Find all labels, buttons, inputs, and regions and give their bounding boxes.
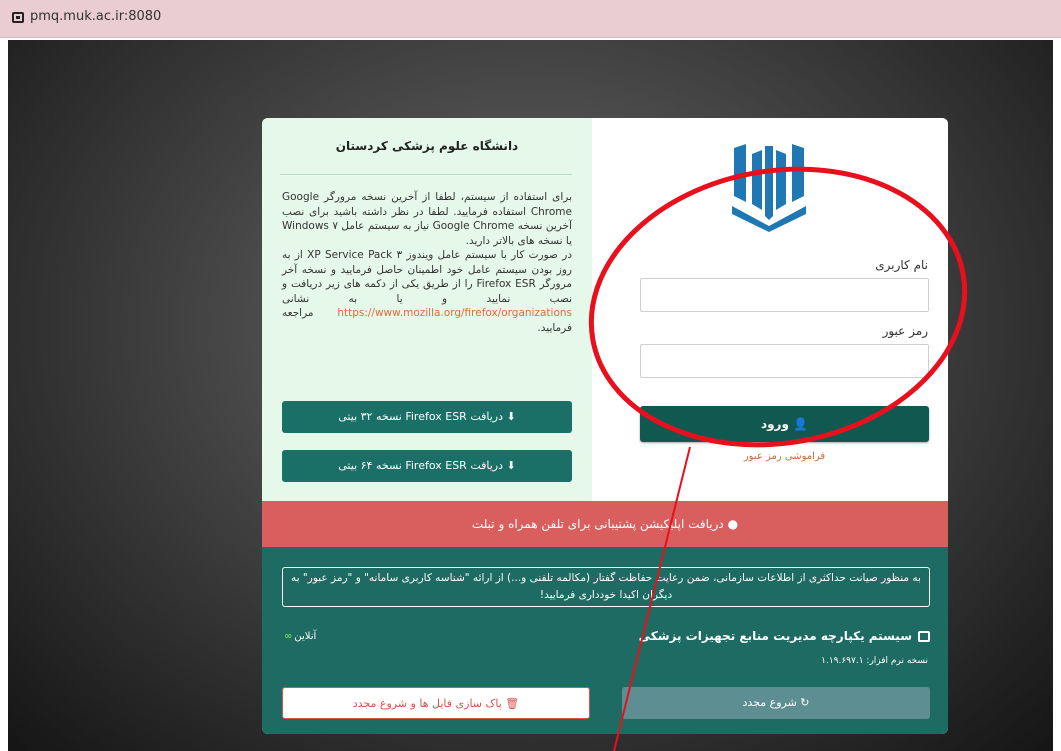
download-firefox-64-button[interactable]: ⬇ دریافت Firefox ESR نسخه ۶۴ بیتی [282,450,572,482]
clear-files-restart-button[interactable]: 🗑 پاک سازی فایل ها و شروع مجدد [282,687,590,719]
android-icon: ● [727,517,739,531]
online-status: آنلاین∞ [284,631,316,642]
refresh-icon: ↻ [800,696,810,709]
software-version: نسخه نرم افزار: ۱.۱۹.۶۹۷.۱ [821,656,928,666]
mobile-app-banner[interactable]: ● دریافت اپلیکیشن پشتیبانی برای تلفن همر… [262,501,948,547]
system-title: سیستم یکپارچه مدیریت منابع تجهیزات پزشکی [639,629,930,643]
browser-address-bar[interactable]: pmq.muk.ac.ir:8080 [0,0,1061,38]
university-title: دانشگاه علوم پزشکی کردستان [335,139,519,153]
link-chain-icon: ∞ [284,631,293,642]
restart-button[interactable]: ↻ شروع مجدد [622,687,930,719]
password-input[interactable] [640,344,929,378]
trash-icon: 🗑 [505,697,520,710]
system-title-text: سیستم یکپارچه مدیریت منابع تجهیزات پزشکی [638,629,912,643]
login-card: دانشگاه علوم پزشکی کردستان برای استفاده … [262,118,948,734]
info-divider [280,174,572,175]
forgot-password-link[interactable]: فراموشی رمز عبور [640,451,929,462]
restart-button-label: شروع مجدد [742,696,797,709]
user-icon: 👤 [793,417,809,431]
browser-site-icon [12,12,24,23]
mozilla-link[interactable]: https://www.mozilla.org/firefox/organiza… [337,307,572,319]
browser-url[interactable]: pmq.muk.ac.ir:8080 [30,9,161,24]
login-button[interactable]: 👤 ورود [640,406,929,442]
username-label: نام کاربری [875,258,928,272]
security-notice: به منظور صیانت حداکثری از اطلاعات سازمان… [282,567,930,607]
download-firefox-64-label: دریافت Firefox ESR نسخه ۶۴ بیتی [338,459,504,472]
medical-kit-icon [918,631,930,642]
username-input[interactable] [640,278,929,312]
university-logo [732,144,806,232]
download-firefox-32-label: دریافت Firefox ESR نسخه ۳۲ بیتی [338,410,504,423]
clear-files-restart-label: پاک سازی فایل ها و شروع مجدد [352,697,502,710]
footer-panel: به منظور صیانت حداکثری از اطلاعات سازمان… [262,547,948,734]
download-icon: ⬇ [506,410,516,423]
online-status-text: آنلاین [294,631,317,642]
notice-paragraph-2: در صورت کار با سیستم عامل ویندوز XP Serv… [282,249,573,305]
browser-notice: برای استفاده از سیستم، لطفا از آخرین نسخ… [282,190,572,335]
info-panel: دانشگاه علوم پزشکی کردستان برای استفاده … [262,118,592,501]
download-icon: ⬇ [506,459,516,472]
password-label: رمز عبور [882,324,928,338]
mobile-app-banner-text: دریافت اپلیکیشن پشتیبانی برای تلفن همراه… [471,517,724,531]
download-firefox-32-button[interactable]: ⬇ دریافت Firefox ESR نسخه ۳۲ بیتی [282,401,572,433]
notice-paragraph-1: برای استفاده از سیستم، لطفا از آخرین نسخ… [282,191,572,247]
login-button-label: ورود [760,417,789,431]
